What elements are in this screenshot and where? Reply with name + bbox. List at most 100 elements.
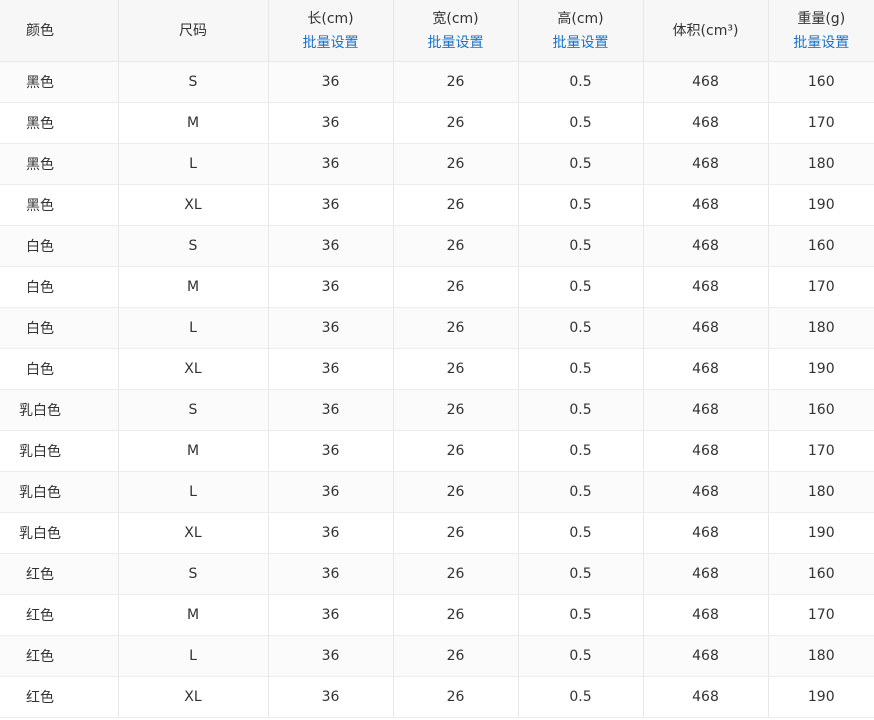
table-row: 乳白色 M 36 26 0.5 468 170 [0,430,874,472]
cell-length: 36 [268,676,394,718]
batch-set-length-link[interactable]: 批量设置 [269,31,393,55]
cell-length: 36 [268,225,394,267]
cell-length: 36 [268,266,394,308]
column-header-label: 高(cm) [557,10,604,27]
cell-size: S [118,61,269,103]
cell-width: 26 [393,594,519,636]
cell-length: 36 [268,471,394,513]
cell-volume: 468 [643,553,769,595]
cell-height: 0.5 [518,266,644,308]
cell-size: S [118,225,269,267]
cell-height: 0.5 [518,635,644,677]
column-header-label: 宽(cm) [432,10,479,27]
cell-size: S [118,389,269,431]
cell-height: 0.5 [518,348,644,390]
cell-size: L [118,635,269,677]
cell-length: 36 [268,512,394,554]
cell-color: 红色 [0,635,119,677]
cell-size: XL [118,676,269,718]
batch-set-height-link[interactable]: 批量设置 [519,31,643,55]
cell-weight: 170 [768,266,874,308]
cell-weight: 160 [768,61,874,103]
cell-weight: 160 [768,553,874,595]
cell-weight: 170 [768,594,874,636]
cell-height: 0.5 [518,430,644,472]
table-row: 乳白色 XL 36 26 0.5 468 190 [0,512,874,554]
cell-volume: 468 [643,143,769,185]
cell-weight: 160 [768,225,874,267]
cell-weight: 160 [768,389,874,431]
cell-volume: 468 [643,512,769,554]
table-row: 红色 M 36 26 0.5 468 170 [0,594,874,636]
cell-length: 36 [268,594,394,636]
cell-color: 乳白色 [0,471,119,513]
cell-width: 26 [393,61,519,103]
cell-volume: 468 [643,389,769,431]
cell-height: 0.5 [518,389,644,431]
table-row: 红色 S 36 26 0.5 468 160 [0,553,874,595]
cell-height: 0.5 [518,184,644,226]
cell-volume: 468 [643,307,769,349]
cell-width: 26 [393,225,519,267]
cell-size: XL [118,512,269,554]
cell-weight: 180 [768,143,874,185]
cell-volume: 468 [643,676,769,718]
cell-length: 36 [268,389,394,431]
column-header-weight: 重量(g) 批量设置 [768,0,874,62]
cell-color: 乳白色 [0,389,119,431]
column-header-label: 体积(cm³) [672,22,739,39]
cell-color: 白色 [0,348,119,390]
cell-width: 26 [393,389,519,431]
cell-weight: 190 [768,512,874,554]
cell-size: XL [118,348,269,390]
cell-weight: 170 [768,430,874,472]
column-header-size: 尺码 [118,0,269,62]
cell-width: 26 [393,143,519,185]
cell-length: 36 [268,184,394,226]
cell-width: 26 [393,635,519,677]
table-row: 黑色 M 36 26 0.5 468 170 [0,102,874,144]
cell-volume: 468 [643,102,769,144]
cell-length: 36 [268,307,394,349]
cell-size: S [118,553,269,595]
cell-color: 乳白色 [0,430,119,472]
column-header-label: 长(cm) [307,10,354,27]
cell-size: XL [118,184,269,226]
cell-height: 0.5 [518,225,644,267]
cell-color: 白色 [0,307,119,349]
table-row: 黑色 L 36 26 0.5 468 180 [0,143,874,185]
cell-width: 26 [393,512,519,554]
cell-width: 26 [393,307,519,349]
cell-volume: 468 [643,430,769,472]
cell-length: 36 [268,143,394,185]
table-row: 乳白色 L 36 26 0.5 468 180 [0,471,874,513]
cell-height: 0.5 [518,512,644,554]
batch-set-weight-link[interactable]: 批量设置 [769,31,874,55]
cell-color: 红色 [0,553,119,595]
column-header-length: 长(cm) 批量设置 [268,0,394,62]
table-row: 白色 S 36 26 0.5 468 160 [0,225,874,267]
cell-color: 乳白色 [0,512,119,554]
cell-width: 26 [393,430,519,472]
cell-width: 26 [393,553,519,595]
table-row: 白色 XL 36 26 0.5 468 190 [0,348,874,390]
cell-width: 26 [393,471,519,513]
cell-volume: 468 [643,61,769,103]
column-header-color: 颜色 [0,0,119,62]
table-row: 黑色 S 36 26 0.5 468 160 [0,61,874,103]
batch-set-width-link[interactable]: 批量设置 [394,31,518,55]
table-row: 乳白色 S 36 26 0.5 468 160 [0,389,874,431]
cell-color: 白色 [0,266,119,308]
cell-width: 26 [393,348,519,390]
cell-height: 0.5 [518,61,644,103]
cell-length: 36 [268,635,394,677]
table-row: 红色 L 36 26 0.5 468 180 [0,635,874,677]
table-row: 黑色 XL 36 26 0.5 468 190 [0,184,874,226]
cell-width: 26 [393,184,519,226]
cell-size: M [118,430,269,472]
table-body: 黑色 S 36 26 0.5 468 160 黑色 M 36 26 0.5 468 170 黑色 L 36 26 0… [0,61,874,718]
cell-length: 36 [268,348,394,390]
cell-size: L [118,307,269,349]
table-row: 白色 M 36 26 0.5 468 170 [0,266,874,308]
column-header-label: 颜色 [26,22,54,39]
